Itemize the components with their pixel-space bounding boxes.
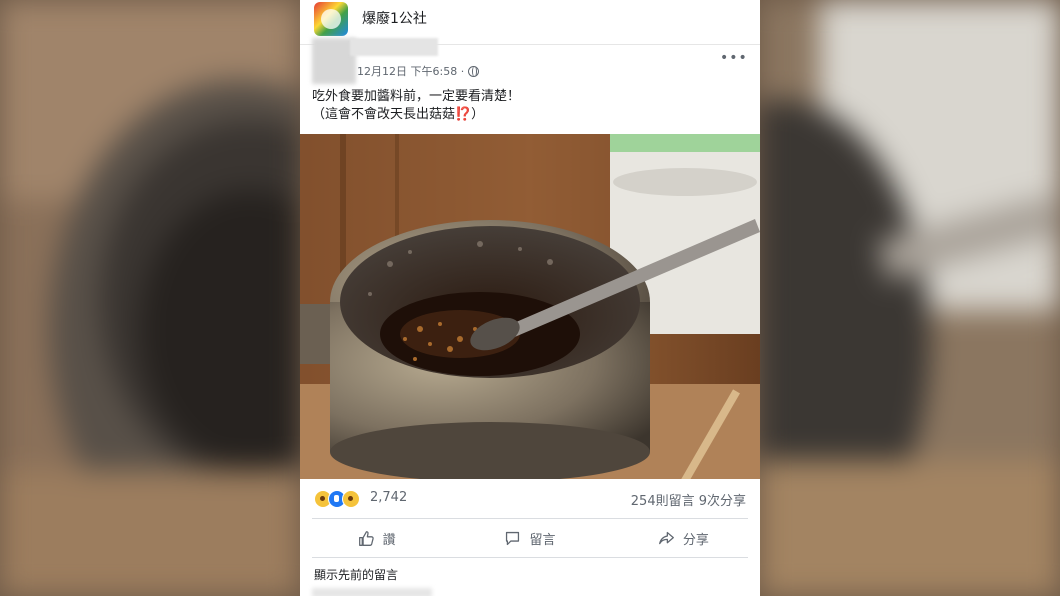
page-name[interactable]: 爆廢1公社 [362, 8, 427, 28]
post-timestamp[interactable]: 12月12日 下午6:58 · [357, 63, 464, 79]
page-avatar[interactable] [314, 2, 348, 36]
thumbs-up-icon [358, 530, 374, 546]
comments-shares-count[interactable]: 254則留言 9次分享 [631, 490, 746, 509]
like-label: 讚 [382, 532, 396, 548]
share-label: 分享 [682, 532, 709, 548]
post-meta: 12月12日 下午6:58 · [357, 63, 480, 79]
comment-button[interactable]: 留言 [453, 520, 606, 556]
background-right [760, 0, 1060, 596]
background-left [0, 0, 300, 596]
reaction-icons[interactable] [314, 490, 360, 508]
post-photo[interactable] [300, 134, 760, 479]
poster-name-blurred[interactable] [350, 38, 438, 56]
more-options-icon[interactable]: ••• [720, 50, 748, 66]
divider-top [312, 518, 748, 519]
reactions-bar: 2,742 254則留言 9次分享 [300, 482, 760, 512]
reaction-count[interactable]: 2,742 [370, 490, 407, 505]
comment-icon [506, 531, 520, 545]
globe-icon [468, 65, 480, 77]
facebook-post: 爆廢1公社 12月12日 下午6:58 · ••• 吃外食要加醬料前，一定要看清… [300, 0, 760, 596]
haha-icon [342, 490, 360, 508]
comment-preview-blurred [312, 588, 432, 596]
comment-label: 留言 [529, 532, 556, 548]
post-text-line-2: （這會不會改天長出菇菇⁉️） [312, 107, 485, 122]
like-button[interactable]: 讚 [300, 520, 453, 556]
divider-bottom [312, 557, 748, 558]
share-button[interactable]: 分享 [607, 520, 760, 556]
post-text-line-1: 吃外食要加醬料前，一定要看清楚！ [312, 89, 521, 104]
post-text: 吃外食要加醬料前，一定要看清楚！ （這會不會改天長出菇菇⁉️） [312, 88, 520, 124]
share-icon [658, 531, 674, 544]
show-previous-comments-link[interactable]: 顯示先前的留言 [314, 566, 398, 583]
action-bar: 讚 留言 分享 [300, 520, 760, 556]
